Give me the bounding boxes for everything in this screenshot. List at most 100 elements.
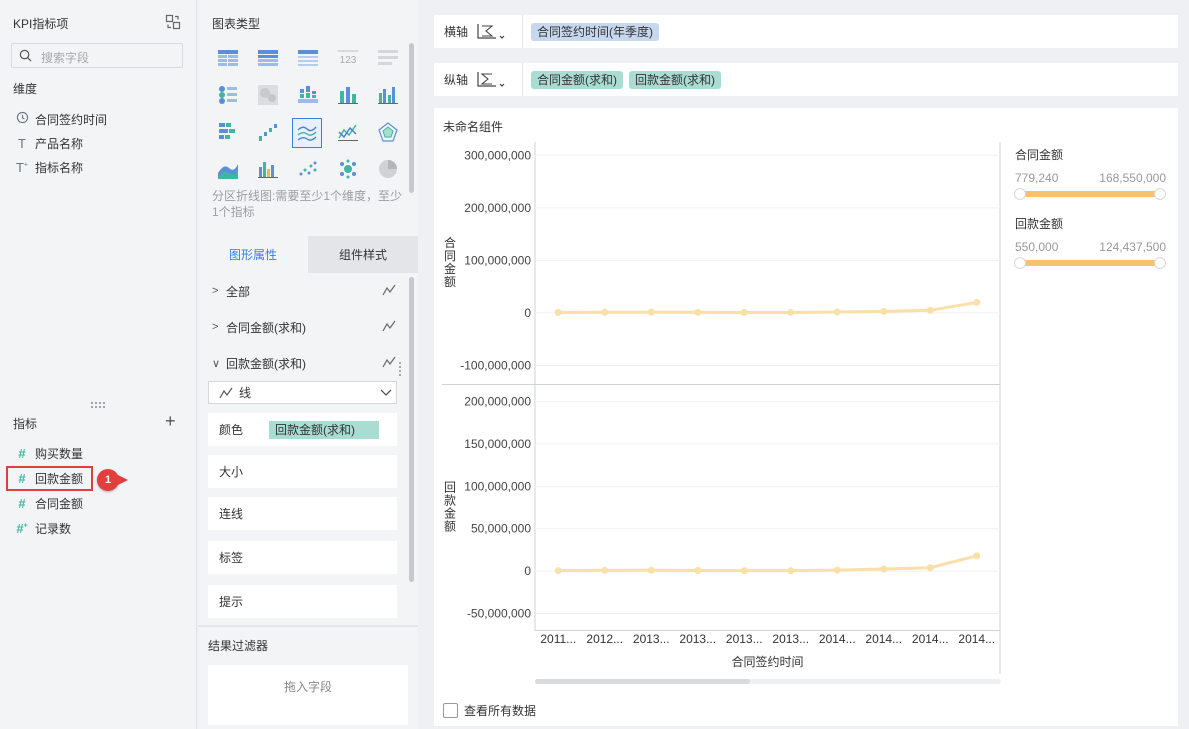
data-point: [973, 298, 981, 306]
size-row[interactable]: 大小: [208, 455, 397, 488]
data-point: [601, 566, 609, 574]
prop-tabs: 图形属性 组件样式: [198, 236, 418, 273]
field-panel: KPI指标项 搜索字段 维度 合同签约时间 T 产品名称 T+ 指标名称 指标 …: [0, 0, 197, 729]
tab-component-style[interactable]: 组件样式: [308, 236, 418, 273]
y-axis-field-pill[interactable]: 合同金额(求和): [531, 70, 623, 89]
field-label: 记录数: [35, 521, 72, 536]
show-all-label: 查看所有数据: [464, 704, 537, 718]
tooltip-row[interactable]: 提示: [208, 585, 397, 618]
text-formula-icon: T+: [15, 159, 29, 175]
y-tick-label: 100,000,000: [464, 479, 531, 493]
highlight-box: [6, 466, 93, 491]
prop-all[interactable]: > 全部: [212, 281, 398, 301]
area-chart-icon[interactable]: [216, 158, 240, 180]
y-axis-title-char: 金: [444, 506, 456, 521]
horizontal-stacked-bar-icon[interactable]: [216, 121, 240, 143]
prop-payment-amount[interactable]: ∨ 回款金额(求和): [212, 353, 398, 373]
graph-type-select[interactable]: 线: [208, 381, 397, 404]
group-table-icon[interactable]: [256, 47, 280, 69]
panel-splitter[interactable]: [91, 402, 105, 408]
search-input[interactable]: 搜索字段: [11, 43, 183, 68]
panel-title: KPI指标项: [13, 17, 69, 31]
y-tick-label: 200,000,000: [464, 394, 531, 408]
x-axis-label: 横轴: [444, 25, 469, 39]
line-chart-icon[interactable]: [336, 121, 360, 143]
x-axis-type-icon[interactable]: [476, 22, 522, 42]
legend-handle-max: [1154, 257, 1166, 269]
pie-chart-icon[interactable]: [376, 158, 400, 180]
metric-field-purchase-qty[interactable]: # 购买数量: [14, 444, 83, 462]
table-chart-icon[interactable]: [216, 47, 240, 69]
scatter-chart-icon[interactable]: [296, 158, 320, 180]
search-placeholder: 搜索字段: [41, 51, 90, 65]
legend-handle-max: [1154, 188, 1166, 200]
data-point: [740, 567, 748, 575]
chart-canvas: 300,000,000 200,000,000 100,000,000 0 -100,0…: [442, 142, 1166, 684]
chart-types-scrollbar[interactable]: [409, 43, 414, 193]
data-point: [973, 552, 981, 560]
result-filter-drop-zone[interactable]: 拖入字段: [208, 665, 408, 725]
divider: [522, 15, 523, 48]
area-line-chart-icon[interactable]: [292, 118, 322, 148]
metric-field-contract-amount[interactable]: # 合同金额: [14, 494, 83, 512]
line-type-icon: [382, 356, 398, 371]
x-axis-bar: 横轴 合同签约时间(年季度): [434, 15, 1178, 48]
chevron-right-icon: >: [212, 285, 219, 297]
field-label: 合同签约时间: [35, 112, 108, 127]
connect-label: 连线: [219, 507, 244, 521]
x-axis-title: 合同签约时间: [731, 654, 803, 669]
legend-title: 回款金额: [1015, 216, 1063, 231]
hash-icon: #: [18, 495, 26, 511]
switch-dataset-icon[interactable]: [165, 14, 181, 30]
x-tick-label: 2013...: [772, 632, 809, 646]
y-axis-bar: 纵轴 合同金额(求和) 回款金额(求和): [434, 63, 1178, 96]
step-badge: 1: [97, 469, 128, 491]
hash-icon: #: [18, 445, 26, 461]
y-axis-title-char: 金: [444, 261, 456, 276]
color-label: 颜色: [219, 423, 244, 437]
text-widget-icon[interactable]: [376, 47, 400, 69]
waterfall-icon[interactable]: [256, 121, 280, 143]
color-field-pill[interactable]: 回款金额(求和): [269, 420, 379, 439]
y-tick-label: -100,000,000: [460, 358, 531, 372]
checkbox[interactable]: [443, 703, 458, 718]
bubble-chart-icon[interactable]: [336, 158, 360, 180]
legend-gradient-bar: [1020, 191, 1160, 197]
metric-field-record-count[interactable]: #+ 记录数: [14, 519, 71, 537]
dimension-field-contract-date[interactable]: 合同签约时间: [14, 110, 107, 128]
y-axis-title-char: 合: [444, 235, 456, 250]
dimension-field-product-name[interactable]: T 产品名称: [14, 134, 83, 152]
y-axis-field-pill[interactable]: 回款金额(求和): [629, 70, 721, 89]
multi-bar-icon[interactable]: [256, 158, 280, 180]
connect-row[interactable]: 连线: [208, 497, 397, 530]
prop-label: 合同金额(求和): [226, 320, 306, 335]
bar-chart-icon[interactable]: [336, 84, 360, 106]
y-axis-title-char: 额: [444, 520, 456, 534]
heatmap-icon[interactable]: [256, 84, 280, 106]
result-filter-title: 结果过滤器: [208, 639, 269, 653]
x-axis-field-pill[interactable]: 合同签约时间(年季度): [531, 22, 659, 41]
add-metric-icon[interactable]: +: [165, 412, 176, 430]
stacked-bar-icon[interactable]: [296, 84, 320, 106]
kpi-number-icon[interactable]: 123: [336, 47, 360, 69]
series-line: [558, 554, 978, 573]
chevron-down-icon: [380, 386, 396, 400]
legend-max: 168,550,000: [1099, 171, 1166, 185]
detail-table-icon[interactable]: [296, 47, 320, 69]
y-tick-label: 100,000,000: [464, 253, 531, 267]
dot-table-icon[interactable]: [216, 84, 240, 106]
dimension-field-metric-name[interactable]: T+ 指标名称: [14, 158, 83, 176]
tab-graph-props[interactable]: 图形属性: [198, 236, 308, 273]
data-point: [926, 564, 934, 572]
color-row[interactable]: 颜色 回款金额(求和): [208, 413, 397, 446]
label-row[interactable]: 标签: [208, 541, 397, 574]
y-axis-type-icon[interactable]: [476, 70, 522, 90]
props-scrollbar[interactable]: [409, 277, 414, 582]
legend-title: 合同金额: [1015, 147, 1063, 162]
show-all-data-toggle[interactable]: 查看所有数据: [443, 702, 536, 719]
drag-handle[interactable]: [399, 362, 403, 376]
radar-chart-icon[interactable]: [376, 121, 400, 143]
grouped-bar-icon[interactable]: [376, 84, 400, 106]
prop-contract-amount[interactable]: > 合同金额(求和): [212, 317, 398, 337]
line-type-icon: [382, 284, 398, 299]
